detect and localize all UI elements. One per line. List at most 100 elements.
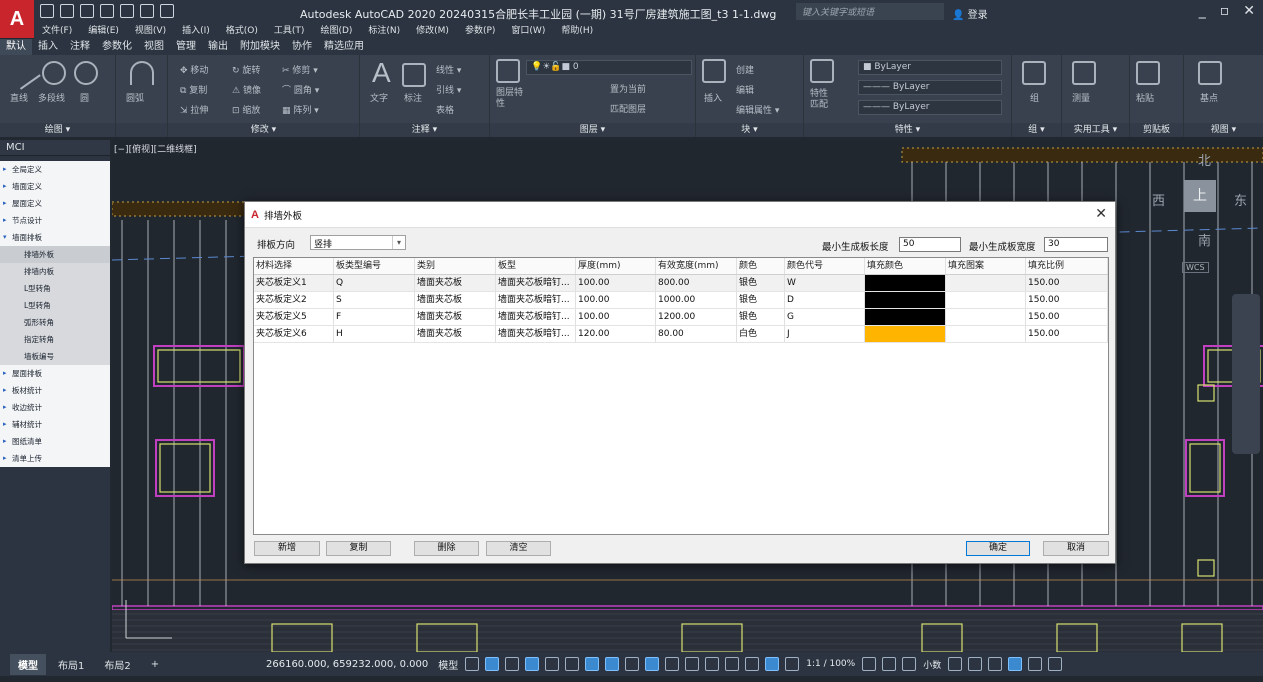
isolate-objects-icon[interactable] <box>988 657 1003 671</box>
palette-item-6[interactable]: 排墙内板 <box>0 263 110 280</box>
cancel-button[interactable]: 取消 <box>1043 541 1109 556</box>
layer-properties-button[interactable]: 图层特性 <box>496 88 526 110</box>
block-panel-title[interactable]: 块 ▾ <box>696 123 803 137</box>
grid-cell-pattern[interactable] <box>946 326 1026 342</box>
edit-block-button[interactable]: 编辑 <box>736 83 754 96</box>
search-input[interactable]: 键入关键字或短语 <box>796 3 944 20</box>
grid-cell-pattern[interactable] <box>946 292 1026 308</box>
group-button[interactable]: 组 <box>1030 91 1039 104</box>
view-panel-title[interactable]: 视图 ▾ <box>1184 123 1263 137</box>
lineweight-icon[interactable] <box>625 657 640 671</box>
hardware-acceleration-icon[interactable] <box>1008 657 1023 671</box>
login-button[interactable]: 👤 登录 <box>952 6 988 21</box>
grid-header-cell[interactable]: 材料选择 <box>254 258 334 274</box>
menu-item-3[interactable]: 插入(I) <box>174 24 218 39</box>
ribbon-tab-0[interactable]: 默认 <box>0 39 32 55</box>
grid-cell-color_code[interactable]: D <box>785 292 865 308</box>
menu-item-5[interactable]: 工具(T) <box>266 24 313 39</box>
3d-osnap-icon[interactable] <box>685 657 700 671</box>
palette-item-11[interactable]: 墙板编号 <box>0 348 110 365</box>
table-row[interactable]: 夹芯板定义6 H 墙面夹芯板 墙面夹芯板暗钉... 120.00 80.00 白色 J 150.… <box>254 326 1108 343</box>
save-as-icon[interactable] <box>100 4 114 18</box>
layer-combo[interactable]: 💡☀🔓■ 0 <box>526 60 692 75</box>
menu-item-4[interactable]: 格式(O) <box>218 24 266 39</box>
base-view-icon[interactable] <box>1198 61 1222 85</box>
move-button[interactable]: ✥ 移动 <box>180 63 208 76</box>
save-icon[interactable] <box>80 4 94 18</box>
palette-item-5[interactable]: 排墙外板 <box>0 246 110 263</box>
viewcube-west[interactable]: 西 <box>1152 190 1165 209</box>
mirror-button[interactable]: ⚠ 镜像 <box>232 83 261 96</box>
polyline-button[interactable]: 多段线 <box>38 91 65 104</box>
workspace-gear-icon[interactable] <box>862 657 877 671</box>
grid-cell-pattern[interactable] <box>946 275 1026 291</box>
dimension-icon[interactable] <box>402 63 426 87</box>
fillet-button[interactable]: ⌒ 圆角 ▾ <box>282 83 319 96</box>
groups-panel-title[interactable]: 组 ▾ <box>1012 123 1061 137</box>
minimize-button[interactable]: _ <box>1199 3 1206 19</box>
ribbon-tab-8[interactable]: 协作 <box>286 39 318 55</box>
viewcube[interactable]: 北 西 上 东 南 WCS <box>1152 150 1250 273</box>
grid-cell-ratio[interactable]: 150.00 <box>1026 309 1108 325</box>
units-dropdown[interactable]: 小数 <box>919 658 945 671</box>
lineweight-combo[interactable]: ——— ByLayer <box>858 100 1002 115</box>
dimension-button[interactable]: 标注 <box>404 91 422 104</box>
grid-cell-type[interactable]: 墙面夹芯板暗钉... <box>496 309 576 325</box>
grid-header-cell[interactable]: 填充颜色 <box>865 258 946 274</box>
quick-properties-icon[interactable] <box>948 657 963 671</box>
grid-cell-code[interactable]: Q <box>334 275 415 291</box>
palette-item-13[interactable]: ▸ 板材统计 <box>0 382 110 399</box>
match-properties-button[interactable]: 特性匹配 <box>810 89 834 111</box>
text-icon[interactable]: A <box>372 57 391 89</box>
rotate-button[interactable]: ↻ 旋转 <box>232 63 260 76</box>
arc-icon[interactable] <box>130 61 154 85</box>
paste-icon[interactable] <box>1136 61 1160 85</box>
grid-cell-color[interactable]: 银色 <box>737 309 785 325</box>
clean-screen-icon[interactable] <box>1028 657 1043 671</box>
menu-item-2[interactable]: 视图(V) <box>127 24 174 39</box>
close-button[interactable]: ✕ <box>1243 3 1255 19</box>
draw-panel-title[interactable]: 绘图 ▾ <box>0 123 115 137</box>
layout-tab-1[interactable]: 布局1 <box>50 654 92 675</box>
leader-button[interactable]: 引线 ▾ <box>436 83 461 96</box>
grid-cell-code[interactable]: S <box>334 292 415 308</box>
dynamic-ucs-icon[interactable] <box>705 657 720 671</box>
linear-button[interactable]: 线性 ▾ <box>436 63 461 76</box>
circle-button[interactable]: 圆 <box>80 91 89 104</box>
menu-item-11[interactable]: 帮助(H) <box>553 24 601 39</box>
new-button[interactable]: 新增 <box>254 541 320 556</box>
palette-item-2[interactable]: ▸ 屋面定义 <box>0 195 110 212</box>
osnap-icon[interactable] <box>605 657 620 671</box>
direction-select[interactable]: 竖排 ▾ <box>310 235 406 250</box>
linetype-combo[interactable]: ——— ByLayer <box>858 80 1002 95</box>
ribbon-tab-3[interactable]: 参数化 <box>96 39 138 55</box>
ribbon-tab-7[interactable]: 附加模块 <box>234 39 286 55</box>
palette-item-9[interactable]: 弧形转角 <box>0 314 110 331</box>
copy-button-dialog[interactable]: 复制 <box>326 541 391 556</box>
ribbon-tab-6[interactable]: 输出 <box>202 39 234 55</box>
palette-item-16[interactable]: ▸ 图纸清单 <box>0 433 110 450</box>
dialog-close-button[interactable]: ✕ <box>1095 206 1107 222</box>
annotation-monitor-icon[interactable] <box>882 657 897 671</box>
grid-cell-material[interactable]: 夹芯板定义1 <box>254 275 334 291</box>
grid-cell-color[interactable]: 银色 <box>737 275 785 291</box>
grid-cell-type[interactable]: 墙面夹芯板暗钉... <box>496 326 576 342</box>
ribbon-tab-2[interactable]: 注释 <box>64 39 96 55</box>
annotation-panel-title[interactable]: 注释 ▾ <box>360 123 489 137</box>
layout-tab-3[interactable]: + <box>143 656 167 673</box>
grid-icon[interactable] <box>465 657 480 671</box>
arc-button[interactable]: 圆弧 <box>126 91 144 104</box>
viewcube-top[interactable]: 上 <box>1184 180 1216 212</box>
model-space-button[interactable]: 模型 <box>434 657 462 672</box>
ribbon-tab-4[interactable]: 视图 <box>138 39 170 55</box>
restore-button[interactable]: ▫ <box>1220 3 1230 19</box>
grid-cell-thickness[interactable]: 100.00 <box>576 309 656 325</box>
palette-item-17[interactable]: ▸ 清单上传 <box>0 450 110 467</box>
new-file-icon[interactable] <box>40 4 54 18</box>
match-layer-button[interactable]: 匹配图层 <box>610 102 646 115</box>
fill-color-swatch[interactable] <box>865 292 946 308</box>
stretch-button[interactable]: ⇲ 拉伸 <box>180 103 208 116</box>
grid-cell-ratio[interactable]: 150.00 <box>1026 326 1108 342</box>
grid-header-cell[interactable]: 填充比例 <box>1026 258 1108 274</box>
isodraft-icon[interactable] <box>565 657 580 671</box>
